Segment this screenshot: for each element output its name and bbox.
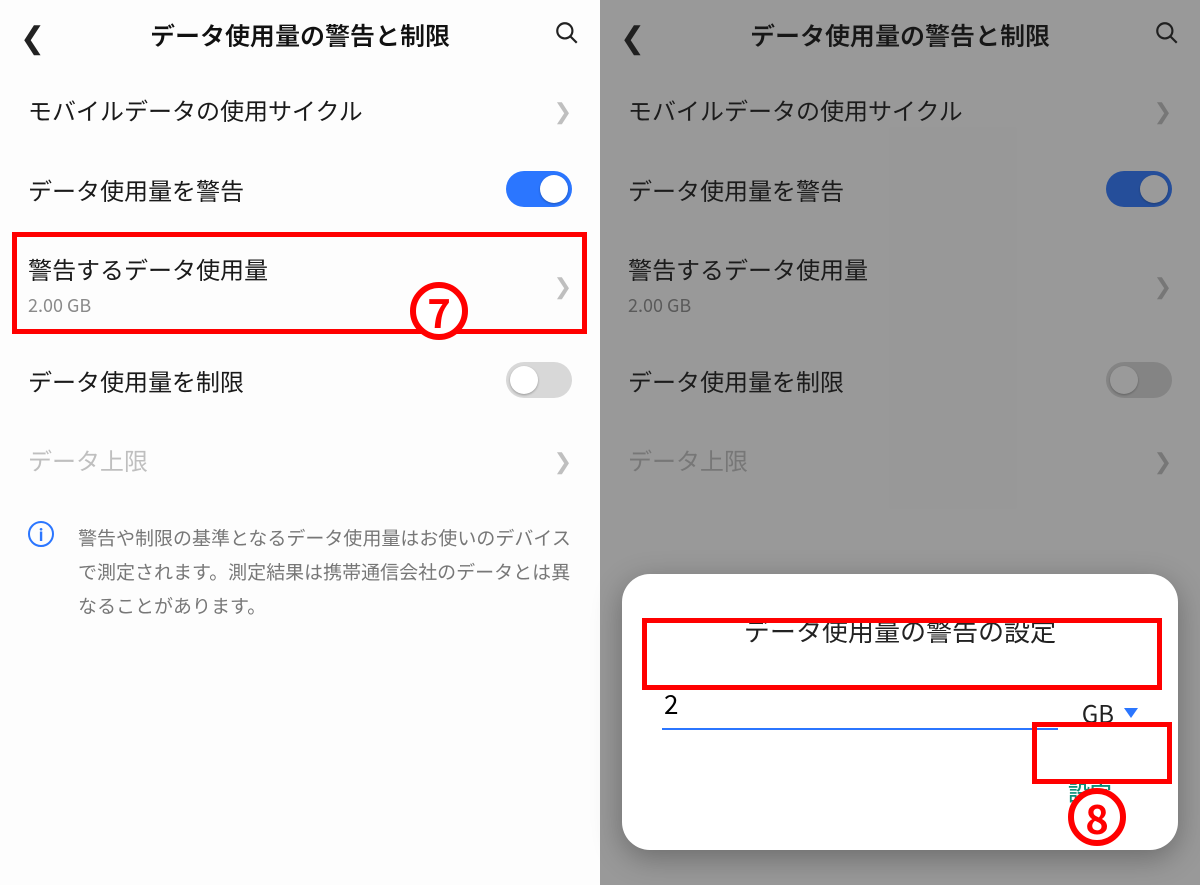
- item-label: データ使用量を警告: [28, 172, 506, 207]
- info-block: i 警告や制限の基準となるデータ使用量はお使いのデバイスで測定されます。測定結果…: [0, 499, 600, 624]
- value-input[interactable]: [662, 679, 1058, 730]
- search-icon[interactable]: [540, 17, 580, 54]
- item-value: 2.00 GB: [28, 292, 554, 318]
- chevron-right-icon: ❯: [554, 269, 572, 301]
- unit-label: GB: [1082, 695, 1114, 730]
- dropdown-triangle-icon: [1124, 708, 1138, 718]
- confirm-button[interactable]: 設定: [1042, 766, 1138, 818]
- info-icon: i: [28, 521, 78, 624]
- item-label: データ使用量を制限: [28, 363, 506, 398]
- screenshot-right: ❮ データ使用量の警告と制限 モバイルデータの使用サイクル ❯ データ使用量を警…: [600, 0, 1200, 885]
- chevron-right-icon: ❯: [554, 444, 572, 476]
- item-label: データ上限: [28, 442, 554, 477]
- chevron-right-icon: ❯: [554, 94, 572, 126]
- item-label: 警告するデータ使用量: [28, 251, 554, 286]
- item-limit-toggle[interactable]: データ使用量を制限: [0, 340, 600, 420]
- item-limit-amount: データ上限 ❯: [0, 420, 600, 499]
- app-bar: ❮ データ使用量の警告と制限: [0, 0, 600, 70]
- info-text: 警告や制限の基準となるデータ使用量はお使いのデバイスで測定されます。測定結果は携…: [78, 521, 572, 624]
- dialog-title: データ使用量の警告の設定: [662, 612, 1138, 649]
- item-warn-toggle[interactable]: データ使用量を警告: [0, 149, 600, 229]
- dialog-data-warning: データ使用量の警告の設定 GB 設定: [622, 574, 1178, 850]
- item-warn-amount[interactable]: 警告するデータ使用量 2.00 GB ❯: [0, 229, 600, 340]
- unit-dropdown[interactable]: GB: [1082, 695, 1138, 730]
- toggle-limit[interactable]: [506, 362, 572, 398]
- screenshot-left: ❮ データ使用量の警告と制限 モバイルデータの使用サイクル ❯ データ使用量を警…: [0, 0, 600, 885]
- item-data-cycle[interactable]: モバイルデータの使用サイクル ❯: [0, 70, 600, 149]
- page-title: データ使用量の警告と制限: [60, 17, 540, 53]
- dialog-input-row: GB: [662, 679, 1138, 730]
- toggle-warn[interactable]: [506, 171, 572, 207]
- back-icon[interactable]: ❮: [20, 13, 60, 57]
- item-label: モバイルデータの使用サイクル: [28, 92, 554, 127]
